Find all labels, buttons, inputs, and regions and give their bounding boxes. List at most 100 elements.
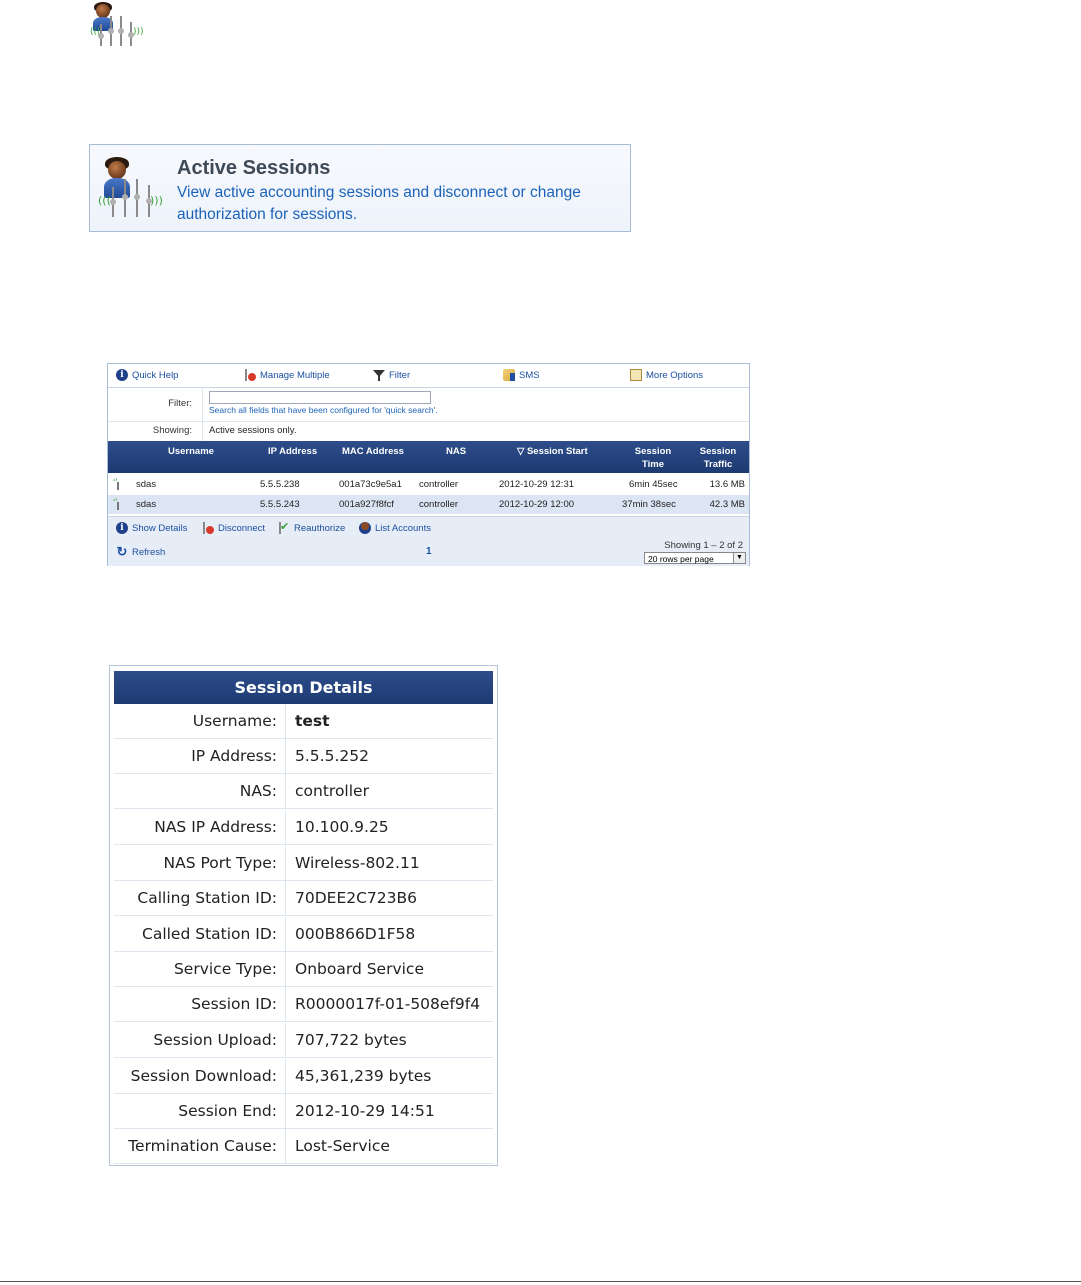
reauthorize-label: Reauthorize (294, 522, 346, 534)
page-description[interactable]: View active accounting sessions and disc… (177, 182, 617, 226)
cell-session-traffic: 42.3 MB (709, 499, 745, 510)
chevron-down-icon: ▼ (733, 553, 745, 563)
detail-value: controller (295, 782, 369, 800)
cell-mac-address: 001a927f8fcf (339, 499, 394, 510)
manage-multiple-button[interactable]: Manage Multiple (244, 369, 330, 381)
detail-label: Calling Station ID: (114, 881, 286, 915)
detail-row-session-upload: Session Upload: 707,722 bytes (114, 1023, 493, 1058)
showing-count: Showing 1 – 2 of 2 (664, 540, 743, 551)
cell-mac-address: 001a73c9e5a1 (339, 479, 402, 490)
detail-row-ip-address: IP Address: 5.5.5.252 (114, 739, 493, 774)
detail-value: R0000017f-01-508ef9f4 (295, 995, 481, 1013)
detail-row-nas-port-type: NAS Port Type: Wireless-802.11 (114, 846, 493, 881)
detail-row-nas-ip-address: NAS IP Address: 10.100.9.25 (114, 810, 493, 845)
table-footer: ↻ Refresh 1 Showing 1 – 2 of 2 20 rows p… (108, 538, 749, 566)
filter-hint: Search all fields that have been configu… (209, 405, 438, 415)
column-username[interactable]: Username (168, 445, 214, 458)
session-details-panel: Session Details Username: test IP Addres… (109, 665, 498, 1166)
detail-label: IP Address: (114, 739, 286, 773)
toolbar: i Quick Help Manage Multiple Filter SMS … (108, 364, 749, 388)
reauthorize-icon (278, 520, 290, 534)
showing-label: Showing: (108, 421, 203, 441)
showing-value: Active sessions only. (209, 425, 297, 436)
antenna-icon: ʻʼ (113, 498, 123, 510)
quick-help-button[interactable]: i Quick Help (116, 369, 178, 381)
sms-icon (503, 369, 515, 381)
detail-row-session-end: Session End: 2012-10-29 14:51 (114, 1094, 493, 1129)
active-sessions-banner: ((( ))) Active Sessions View active acco… (89, 144, 631, 232)
showing-row: Showing: Active sessions only. (108, 421, 749, 442)
detail-value: 70DEE2C723B6 (295, 889, 418, 907)
detail-label: Session Upload: (114, 1023, 286, 1057)
table-row[interactable]: ʻʼ sdas 5.5.5.238 001a73c9e5a1 controlle… (108, 475, 749, 494)
page-title: Active Sessions (177, 157, 331, 179)
page-divider (0, 1281, 1081, 1282)
filter-input[interactable] (209, 391, 431, 404)
cell-nas: controller (419, 479, 459, 490)
manage-multiple-label: Manage Multiple (260, 369, 330, 381)
cell-session-start: 2012-10-29 12:31 (499, 479, 575, 490)
detail-row-calling-station-id: Calling Station ID: 70DEE2C723B6 (114, 881, 493, 916)
detail-value: 000B866D1F58 (295, 925, 416, 943)
detail-label: NAS: (114, 774, 286, 808)
disconnect-icon (202, 522, 214, 534)
cell-nas: controller (419, 499, 459, 510)
detail-value: test (295, 712, 330, 730)
column-mac-address[interactable]: MAC Address (342, 445, 404, 458)
detail-label: NAS Port Type: (114, 846, 286, 880)
cell-ip-address: 5.5.5.238 (260, 479, 300, 490)
detail-row-session-id: Session ID: R0000017f-01-508ef9f4 (114, 987, 493, 1022)
column-nas[interactable]: NAS (446, 445, 466, 458)
rows-per-page-value: 20 rows per page (648, 554, 714, 564)
detail-value: 707,722 bytes (295, 1031, 407, 1049)
filter-field-label: Filter: (108, 387, 203, 421)
rows-per-page-select[interactable]: 20 rows per page ▼ (644, 552, 746, 564)
detail-label: NAS IP Address: (114, 810, 286, 844)
filter-label: Filter (389, 369, 411, 381)
detail-row-session-download: Session Download: 45,361,239 bytes (114, 1059, 493, 1094)
detail-value: Onboard Service (295, 960, 424, 978)
active-sessions-icon: ((( ))) (98, 157, 163, 223)
filter-button[interactable]: Filter (373, 369, 410, 381)
detail-row-nas: NAS: controller (114, 774, 493, 809)
pager-page-1[interactable]: 1 (426, 546, 432, 557)
sms-button[interactable]: SMS (503, 369, 540, 381)
detail-value: 5.5.5.252 (295, 747, 369, 765)
active-sessions-icon: ((( ))) (90, 2, 144, 48)
detail-label: Username: (114, 704, 286, 738)
refresh-button[interactable]: ↻ Refresh (116, 544, 166, 559)
refresh-label: Refresh (132, 546, 166, 558)
more-options-button[interactable]: More Options (630, 369, 703, 381)
cell-ip-address: 5.5.5.243 (260, 499, 300, 510)
reauthorize-button[interactable]: Reauthorize (278, 520, 346, 534)
refresh-icon: ↻ (116, 544, 128, 559)
row-actions: i Show Details Disconnect Reauthorize Li… (108, 516, 749, 539)
show-details-button[interactable]: i Show Details (116, 522, 187, 534)
column-session-start[interactable]: ▽ Session Start (517, 445, 588, 458)
column-session-time[interactable]: Session Time (628, 445, 678, 471)
detail-value: 10.100.9.25 (295, 818, 389, 836)
disconnect-label: Disconnect (218, 522, 265, 534)
column-session-traffic[interactable]: Session Traffic (694, 445, 742, 471)
detail-label: Session ID: (114, 987, 286, 1021)
cell-session-start: 2012-10-29 12:00 (499, 499, 575, 510)
detail-label: Termination Cause: (114, 1129, 286, 1163)
detail-label: Called Station ID: (114, 917, 286, 951)
quick-help-label: Quick Help (132, 369, 179, 381)
detail-value: Wireless-802.11 (295, 854, 420, 872)
disconnect-button[interactable]: Disconnect (202, 522, 265, 534)
manage-multiple-icon (244, 369, 256, 381)
list-accounts-button[interactable]: List Accounts (359, 522, 431, 534)
cell-session-time: 6min 45sec (629, 479, 678, 490)
detail-value: 45,361,239 bytes (295, 1067, 432, 1085)
info-icon: i (116, 369, 128, 381)
detail-label: Service Type: (114, 952, 286, 986)
filter-icon (373, 369, 385, 381)
cell-username: sdas (136, 479, 157, 490)
show-details-label: Show Details (132, 522, 188, 534)
filter-row: Filter: Search all fields that have been… (108, 387, 749, 422)
antenna-icon: ʻʼ (113, 478, 123, 490)
more-options-label: More Options (646, 369, 704, 381)
column-ip-address[interactable]: IP Address (268, 445, 317, 458)
table-row[interactable]: ʻʼ sdas 5.5.5.243 001a927f8fcf controlle… (108, 495, 749, 514)
